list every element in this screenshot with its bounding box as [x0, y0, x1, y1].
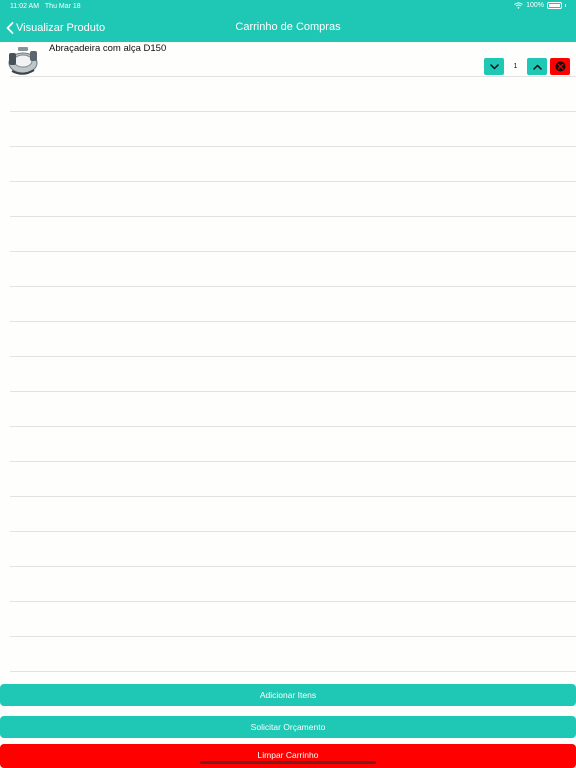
cart-screen: 11:02 AM Thu Mar 18 100% Visualizar Prod…	[0, 0, 576, 768]
row-divider	[10, 391, 576, 392]
row-divider	[10, 671, 576, 672]
close-circle-icon	[555, 61, 565, 72]
clear-cart-button[interactable]: Limpar Carrinho	[0, 744, 576, 768]
battery-percent: 100%	[526, 2, 544, 9]
row-divider	[10, 286, 576, 287]
row-divider	[10, 216, 576, 217]
battery-icon	[547, 2, 562, 9]
product-name: Abraçadeira com alça D150	[49, 43, 167, 54]
row-divider	[10, 496, 576, 497]
chevron-down-icon	[489, 63, 499, 69]
remove-item-button[interactable]	[550, 58, 570, 75]
app-header: 11:02 AM Thu Mar 18 100% Visualizar Prod…	[0, 0, 576, 42]
row-divider	[10, 566, 576, 567]
page-title: Carrinho de Compras	[235, 21, 341, 33]
home-indicator	[200, 761, 376, 764]
decrease-quantity-button[interactable]	[484, 58, 504, 75]
chevron-up-icon	[532, 64, 542, 70]
cart-item[interactable]: Abraçadeira com alça D150 1	[0, 42, 576, 78]
status-clock: 11:02 AM	[10, 3, 40, 10]
row-divider	[10, 321, 576, 322]
row-divider	[10, 426, 576, 427]
row-divider	[10, 146, 576, 147]
row-divider	[10, 601, 576, 602]
increase-quantity-button[interactable]	[527, 58, 547, 75]
status-bar: 11:02 AM Thu Mar 18 100%	[0, 0, 576, 14]
row-divider	[10, 531, 576, 532]
cart-list[interactable]: Abraçadeira com alça D150 1	[0, 42, 576, 674]
status-time: 11:02 AM Thu Mar 18	[10, 3, 81, 10]
request-quote-button[interactable]: Solicitar Orçamento	[0, 716, 576, 738]
product-image	[8, 47, 38, 75]
row-divider	[10, 356, 576, 357]
quantity-value[interactable]: 1	[504, 58, 527, 75]
wifi-icon	[514, 2, 523, 9]
status-date: Thu Mar 18	[44, 3, 81, 10]
status-right: 100%	[514, 2, 566, 9]
quantity-stepper: 1	[484, 58, 570, 75]
row-divider	[10, 111, 576, 112]
row-divider	[10, 636, 576, 637]
row-divider	[10, 181, 576, 182]
row-divider	[10, 76, 576, 77]
row-divider	[10, 461, 576, 462]
battery-cap	[565, 4, 566, 7]
row-divider	[10, 251, 576, 252]
add-items-button[interactable]: Adicionar Itens	[0, 684, 576, 706]
